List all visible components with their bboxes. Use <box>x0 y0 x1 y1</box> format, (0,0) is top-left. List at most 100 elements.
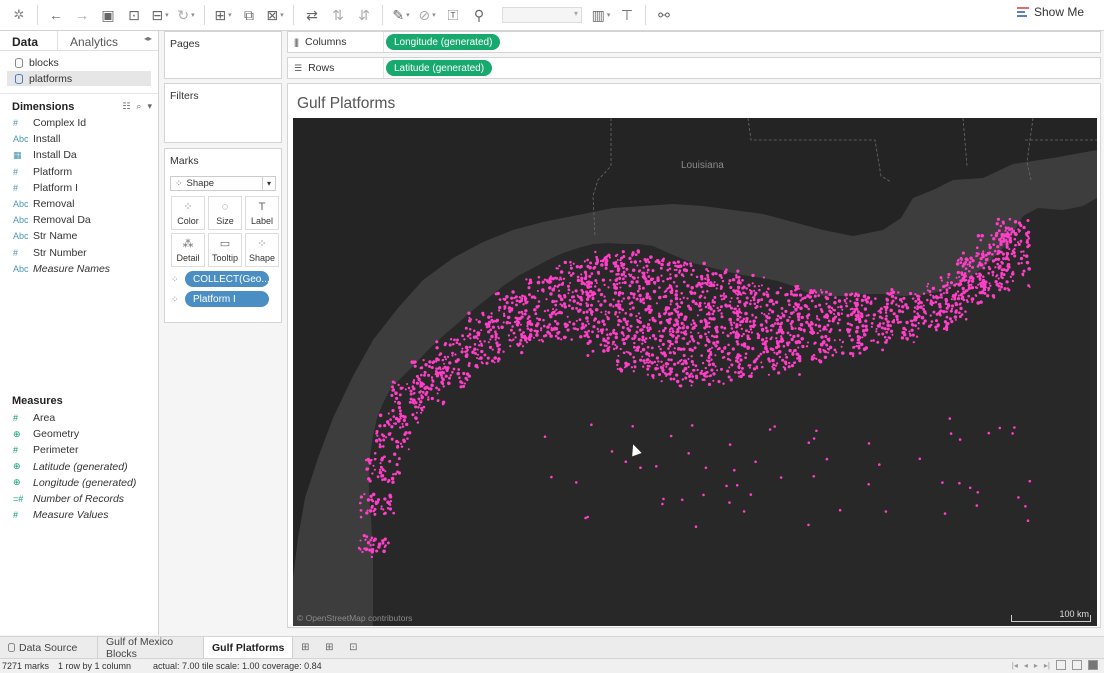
platform-mark[interactable] <box>717 380 721 384</box>
platform-mark[interactable] <box>730 297 733 300</box>
platform-mark[interactable] <box>980 233 984 238</box>
platform-mark[interactable] <box>575 307 578 310</box>
platform-mark[interactable] <box>720 349 724 354</box>
platform-mark[interactable] <box>378 413 383 418</box>
platform-mark[interactable] <box>879 311 883 314</box>
platform-mark[interactable] <box>939 289 942 292</box>
platform-mark[interactable] <box>378 444 382 449</box>
platform-mark[interactable] <box>407 386 411 390</box>
platform-mark[interactable] <box>661 368 665 372</box>
platform-mark[interactable] <box>668 276 672 280</box>
platform-mark[interactable] <box>888 336 892 340</box>
platform-mark[interactable] <box>961 251 965 255</box>
platform-mark[interactable] <box>863 307 868 311</box>
platform-mark[interactable] <box>597 300 600 303</box>
platform-mark[interactable] <box>940 279 944 282</box>
platform-mark[interactable] <box>754 306 758 310</box>
platform-mark[interactable] <box>683 324 686 327</box>
platform-mark[interactable] <box>754 316 758 319</box>
platform-mark[interactable] <box>579 264 583 269</box>
platform-mark[interactable] <box>991 270 995 274</box>
platform-mark[interactable] <box>737 287 740 290</box>
platform-mark[interactable] <box>760 361 763 364</box>
platform-mark[interactable] <box>392 388 396 392</box>
platform-mark[interactable] <box>748 366 752 369</box>
platform-mark[interactable] <box>681 369 686 373</box>
platform-mark[interactable] <box>708 325 711 329</box>
platform-mark[interactable] <box>613 291 618 295</box>
platform-mark[interactable] <box>480 329 483 332</box>
platform-mark[interactable] <box>476 353 480 356</box>
platform-mark[interactable] <box>867 442 871 445</box>
platform-mark[interactable] <box>396 444 400 448</box>
platform-mark[interactable] <box>639 466 642 470</box>
platform-mark[interactable] <box>608 332 613 336</box>
platform-mark[interactable] <box>781 358 785 362</box>
platform-mark[interactable] <box>819 308 823 311</box>
platform-mark[interactable] <box>956 290 960 293</box>
platform-mark[interactable] <box>510 339 513 342</box>
platform-mark[interactable] <box>750 372 753 375</box>
platform-mark[interactable] <box>976 234 981 238</box>
platform-mark[interactable] <box>565 323 569 327</box>
platform-mark[interactable] <box>601 328 605 331</box>
platform-mark[interactable] <box>870 322 874 325</box>
platform-mark[interactable] <box>696 341 699 344</box>
platform-mark[interactable] <box>555 277 559 280</box>
platform-mark[interactable] <box>736 314 740 318</box>
platform-mark[interactable] <box>682 275 685 278</box>
platform-mark[interactable] <box>634 253 638 257</box>
platform-mark[interactable] <box>675 319 679 324</box>
platform-mark[interactable] <box>562 335 567 340</box>
platform-mark[interactable] <box>399 386 403 390</box>
platform-mark[interactable] <box>831 319 835 323</box>
platform-mark[interactable] <box>427 396 430 399</box>
platform-mark[interactable] <box>976 254 979 257</box>
platform-mark[interactable] <box>719 294 723 298</box>
map-view[interactable]: Louisiana © OpenStreetMap contributors 1… <box>293 118 1097 626</box>
platform-mark[interactable] <box>644 308 648 312</box>
platform-mark[interactable] <box>735 325 739 329</box>
platform-mark[interactable] <box>967 295 970 298</box>
platform-mark[interactable] <box>534 323 539 328</box>
platform-mark[interactable] <box>1021 272 1025 276</box>
platform-mark[interactable] <box>895 303 898 306</box>
platform-mark[interactable] <box>975 252 978 255</box>
platform-mark[interactable] <box>615 282 619 286</box>
platform-mark[interactable] <box>736 357 740 360</box>
platform-mark[interactable] <box>454 353 457 356</box>
platform-mark[interactable] <box>649 327 652 331</box>
platform-mark[interactable] <box>885 330 889 334</box>
platform-mark[interactable] <box>822 348 825 352</box>
platform-mark[interactable] <box>997 265 1001 270</box>
platform-mark[interactable] <box>944 299 948 303</box>
platform-mark[interactable] <box>954 310 958 314</box>
platform-mark[interactable] <box>668 317 672 321</box>
platform-mark[interactable] <box>612 298 615 301</box>
platform-mark[interactable] <box>815 429 818 433</box>
platform-mark[interactable] <box>837 306 840 309</box>
platform-mark[interactable] <box>788 348 792 353</box>
platform-mark[interactable] <box>759 305 762 308</box>
platform-mark[interactable] <box>931 286 936 291</box>
platform-mark[interactable] <box>592 266 596 270</box>
platform-mark[interactable] <box>642 365 645 368</box>
platform-mark[interactable] <box>623 281 627 285</box>
platform-mark[interactable] <box>1000 275 1003 279</box>
platform-mark[interactable] <box>502 350 505 353</box>
platform-mark[interactable] <box>383 511 387 515</box>
platform-mark[interactable] <box>452 343 455 346</box>
platform-mark[interactable] <box>691 380 694 384</box>
platform-mark[interactable] <box>584 516 587 520</box>
platform-mark[interactable] <box>493 361 496 364</box>
platform-mark[interactable] <box>358 501 362 505</box>
platform-mark[interactable] <box>651 269 655 273</box>
platform-mark[interactable] <box>489 338 492 341</box>
platform-mark[interactable] <box>792 311 795 314</box>
platform-mark[interactable] <box>884 317 888 321</box>
platform-mark[interactable] <box>568 320 571 324</box>
dimension-field[interactable]: # Platform <box>0 164 158 180</box>
platform-mark[interactable] <box>784 362 788 366</box>
platform-mark[interactable] <box>487 322 491 326</box>
platform-mark[interactable] <box>567 292 570 295</box>
